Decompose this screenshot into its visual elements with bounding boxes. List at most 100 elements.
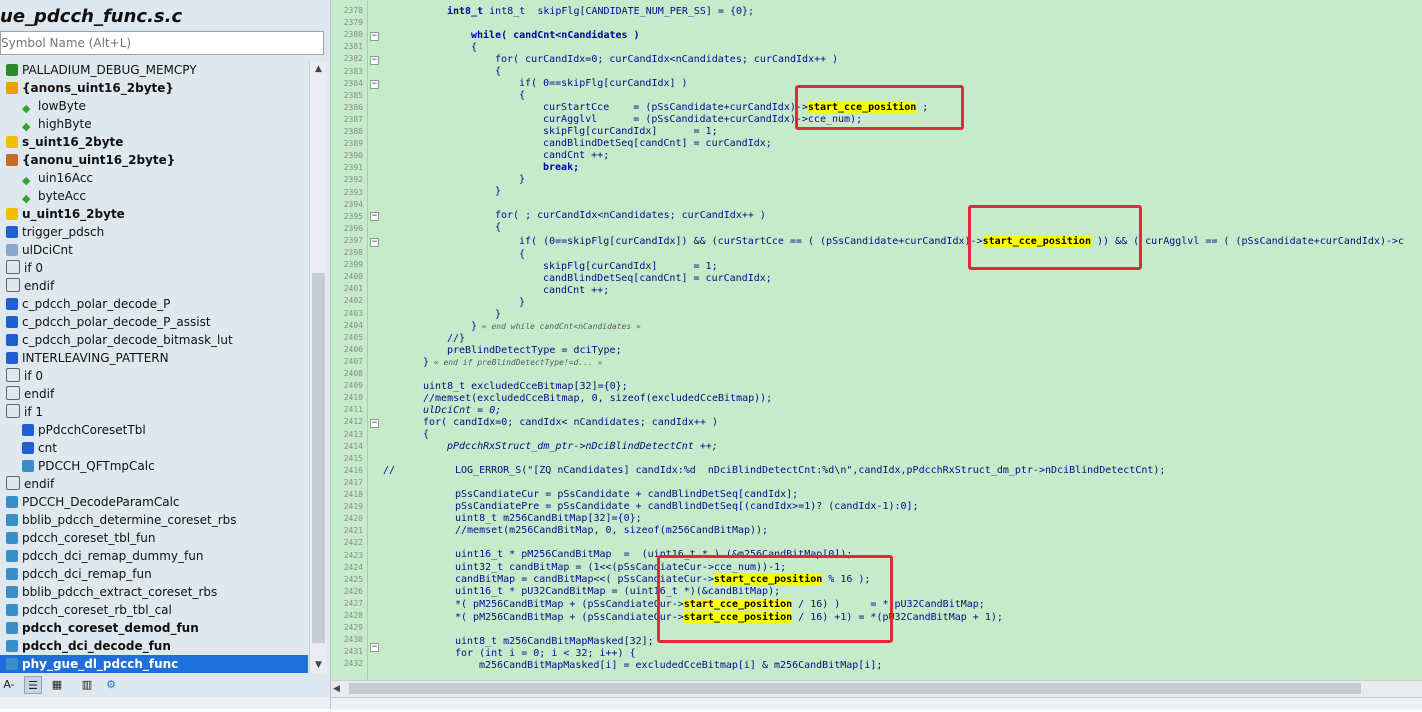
symbol-item[interactable]: c_pdcch_polar_decode_P_assist xyxy=(0,313,211,331)
symbol-item[interactable]: if 1 xyxy=(0,403,43,421)
line-number: 2412 xyxy=(343,417,363,427)
fold-toggle-icon[interactable]: − xyxy=(370,212,379,221)
condition-icon xyxy=(6,278,20,292)
symbol-item[interactable]: {anonu_uint16_2byte} xyxy=(0,151,175,169)
symbol-item[interactable]: if 0 xyxy=(0,259,43,277)
symbol-item[interactable]: pdcch_coreset_rb_tbl_cal xyxy=(0,601,172,619)
fold-toggle-icon[interactable]: − xyxy=(370,238,379,247)
line-number: 2414 xyxy=(343,441,363,451)
line-number: 2420 xyxy=(343,514,363,524)
book-icon[interactable]: ▥ xyxy=(78,676,96,694)
symbol-item[interactable]: bblib_pdcch_determine_coreset_rbs xyxy=(0,511,237,529)
symbol-item[interactable]: endif xyxy=(0,475,54,493)
code-editor[interactable]: 2378 2379 2380 2381 2382 2383 2384 2385 2386 2387… xyxy=(331,0,1422,680)
symbol-item[interactable]: pdcch_dci_remap_dummy_fun xyxy=(0,547,203,565)
symbol-item[interactable]: phy_gue_dl_pdcch_func xyxy=(0,655,308,673)
symbol-item[interactable]: ulDciCnt xyxy=(0,241,73,259)
code-line: ulDciCnt = 0; xyxy=(423,405,502,416)
file-icon xyxy=(6,550,18,562)
code-line: { xyxy=(471,42,478,53)
code-line: int8_t int8_t skipFlg[CANDIDATE_NUM_PER_… xyxy=(447,6,755,17)
file-icon xyxy=(6,496,18,508)
file-icon xyxy=(6,622,18,634)
code-line: uint8_t m256CandBitMap[32]={0}; xyxy=(455,513,642,524)
symbol-item[interactable]: ◆ uin16Acc xyxy=(0,169,93,187)
line-number: 2400 xyxy=(343,272,363,282)
line-number: 2394 xyxy=(343,199,363,209)
hscroll-thumb[interactable] xyxy=(349,683,1361,694)
scroll-thumb[interactable] xyxy=(312,273,325,643)
symbol-item[interactable]: ◆ highByte xyxy=(0,115,92,133)
symbol-label: c_pdcch_polar_decode_P_assist xyxy=(22,315,211,329)
line-number: 2391 xyxy=(343,163,363,173)
variable-icon xyxy=(6,244,18,256)
symbol-label: c_pdcch_polar_decode_P xyxy=(22,297,171,311)
code-line: pSsCandiateCur = pSsCandidate + candBlin… xyxy=(455,489,799,500)
scroll-down-icon[interactable]: ▼ xyxy=(310,657,327,673)
line-number: 2417 xyxy=(343,477,363,487)
sort-az-button[interactable]: A-Z xyxy=(0,676,18,709)
symbol-label: endif xyxy=(24,477,55,491)
macro-icon xyxy=(6,64,18,76)
horizontal-scrollbar[interactable]: ◀ xyxy=(331,680,1422,697)
function-icon xyxy=(22,424,34,436)
file-icon xyxy=(22,460,34,472)
code-line: } xyxy=(495,186,502,197)
symbol-item[interactable]: PALLADIUM_DEBUG_MEMCPY xyxy=(0,61,197,79)
code-line: pPdcchRxStruct_dm_ptr->nDciBlindDetectCn… xyxy=(447,441,718,452)
gear-icon[interactable]: ⚙ xyxy=(102,676,120,694)
symbol-item[interactable]: if 0 xyxy=(0,367,43,385)
symbol-label: INTERLEAVING_PATTERN xyxy=(22,351,169,365)
symbol-search-input[interactable] xyxy=(0,31,324,55)
function-icon xyxy=(6,226,18,238)
code-text: *( pM256CandBitMap + (pSsCandiateCur-> xyxy=(455,599,684,610)
symbol-item[interactable]: PDCCH_DecodeParamCalc xyxy=(0,493,180,511)
symbol-item[interactable]: ◆ lowByte xyxy=(0,97,86,115)
code-line: pSsCandiatePre = pSsCandidate + candBlin… xyxy=(455,501,919,512)
symbol-item[interactable]: pdcch_dci_remap_fun xyxy=(0,565,152,583)
fold-toggle-icon[interactable]: − xyxy=(370,56,379,65)
symbol-item[interactable]: u_uint16_2byte xyxy=(0,205,125,223)
symbol-item[interactable]: PDCCH_QFTmpCalc xyxy=(0,457,155,475)
symbol-list-scrollbar[interactable]: ▲ ▼ xyxy=(309,61,327,673)
symbol-label: PDCCH_DecodeParamCalc xyxy=(22,495,180,509)
symbol-item[interactable]: pdcch_coreset_demod_fun xyxy=(0,619,199,637)
member-icon: ◆ xyxy=(22,174,31,187)
symbol-item[interactable]: s_uint16_2byte xyxy=(0,133,123,151)
symbol-item[interactable]: INTERLEAVING_PATTERN xyxy=(0,349,169,367)
list-view-icon[interactable]: ☰ xyxy=(24,676,42,694)
symbol-label: u_uint16_2byte xyxy=(22,207,125,221)
scroll-left-icon[interactable]: ◀ xyxy=(333,681,347,697)
member-icon: ◆ xyxy=(22,192,31,205)
symbol-item[interactable]: bblib_pdcch_extract_coreset_rbs xyxy=(0,583,217,601)
symbol-item[interactable]: c_pdcch_polar_decode_P xyxy=(0,295,170,313)
symbol-label: pdcch_dci_remap_fun xyxy=(22,567,152,581)
symbol-item[interactable]: c_pdcch_polar_decode_bitmask_lut xyxy=(0,331,233,349)
symbol-item[interactable]: endif xyxy=(0,277,54,295)
scroll-up-icon[interactable]: ▲ xyxy=(310,61,327,77)
symbol-item[interactable]: cnt xyxy=(0,439,57,457)
fold-toggle-icon[interactable]: − xyxy=(370,32,379,41)
symbol-item[interactable]: {anons_uint16_2byte} xyxy=(0,79,174,97)
symbol-item[interactable]: trigger_pdsch xyxy=(0,223,104,241)
line-number: 2428 xyxy=(343,611,363,620)
symbol-item[interactable]: pdcch_dci_decode_fun xyxy=(0,637,171,655)
fold-toggle-icon[interactable]: − xyxy=(370,643,379,652)
code-line: candBlindDetSeq[candCnt] = curCandIdx; xyxy=(543,138,772,149)
line-number: 2426 xyxy=(343,586,363,596)
line-number: 2430 xyxy=(343,635,363,645)
line-number: 2406 xyxy=(343,344,363,354)
category-view-icon[interactable]: ▦ xyxy=(48,676,66,694)
code-line: for( ; curCandIdx<nCandidates; curCandId… xyxy=(495,210,766,221)
code-line: //} xyxy=(447,333,466,344)
symbol-item[interactable]: pdcch_coreset_tbl_fun xyxy=(0,529,155,547)
symbol-item[interactable]: pPdcchCoresetTbl xyxy=(0,421,146,439)
line-number: 2395 xyxy=(343,211,363,221)
fold-toggle-icon[interactable]: − xyxy=(370,419,379,428)
annotation-box xyxy=(968,205,1142,270)
line-number: 2385 xyxy=(343,90,363,100)
condition-icon xyxy=(6,386,20,400)
symbol-item[interactable]: ◆ byteAcc xyxy=(0,187,86,205)
fold-toggle-icon[interactable]: − xyxy=(370,80,379,89)
symbol-item[interactable]: endif xyxy=(0,385,54,403)
